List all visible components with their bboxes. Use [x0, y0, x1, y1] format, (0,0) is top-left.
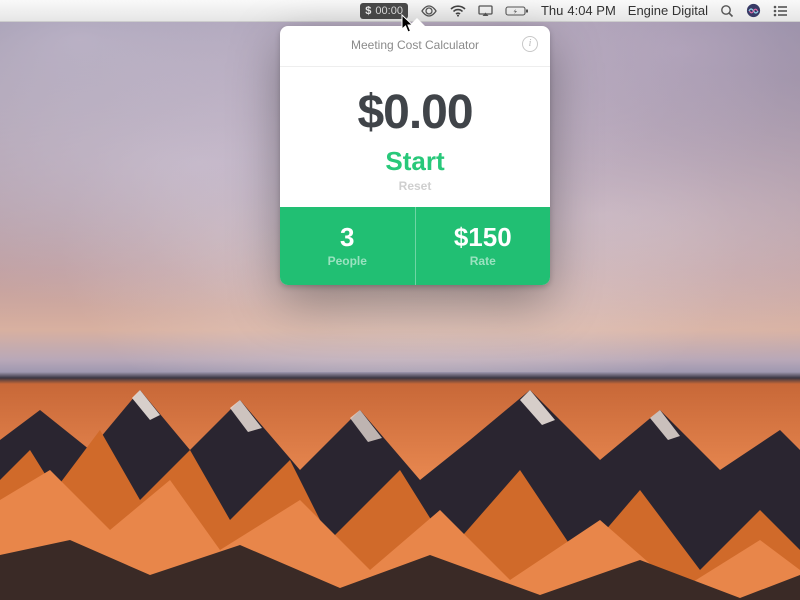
menubar-meeting-meter[interactable]: $ 00:00 — [354, 0, 414, 22]
popover-header: Meeting Cost Calculator i — [280, 26, 550, 67]
meter-timer: 00:00 — [375, 5, 403, 17]
rate-label: Rate — [470, 254, 496, 268]
menubar-day: Thu — [541, 3, 563, 18]
magnifier-icon — [720, 4, 734, 18]
dollar-icon: $ — [365, 5, 371, 17]
menubar: $ 00:00 Thu 4:04 PM — [0, 0, 800, 22]
menubar-wifi[interactable] — [444, 0, 472, 22]
popover-footer: 3 People $150 Rate — [280, 207, 550, 285]
siri-icon — [746, 3, 761, 18]
mountains-decoration — [0, 320, 800, 600]
reset-button[interactable]: Reset — [280, 179, 550, 207]
menubar-battery[interactable] — [499, 0, 535, 22]
menubar-airplay[interactable] — [472, 0, 499, 22]
menubar-username: Engine Digital — [628, 3, 708, 18]
start-button[interactable]: Start — [280, 146, 550, 179]
people-value: 3 — [340, 224, 354, 250]
info-button[interactable]: i — [522, 36, 538, 52]
desktop: $ 00:00 Thu 4:04 PM — [0, 0, 800, 600]
cost-display: $0.00 — [280, 67, 550, 146]
menubar-siri[interactable] — [740, 0, 767, 22]
battery-charging-icon — [505, 5, 529, 17]
airplay-icon — [478, 5, 493, 17]
menubar-notification-center[interactable] — [767, 0, 794, 22]
menubar-spotlight[interactable] — [714, 0, 740, 22]
meeting-cost-popover: Meeting Cost Calculator i $0.00 Start Re… — [280, 26, 550, 285]
menubar-user[interactable]: Engine Digital — [622, 0, 714, 22]
menubar-clock[interactable]: Thu 4:04 PM — [535, 0, 622, 22]
wifi-icon — [450, 5, 466, 17]
people-cell[interactable]: 3 People — [280, 207, 415, 285]
list-icon — [773, 5, 788, 17]
rate-cell[interactable]: $150 Rate — [415, 207, 551, 285]
people-label: People — [328, 254, 367, 268]
rate-value: $150 — [454, 224, 512, 250]
popover-title: Meeting Cost Calculator — [351, 38, 479, 52]
menubar-time: 4:04 PM — [567, 3, 615, 18]
eye-icon — [420, 5, 438, 17]
